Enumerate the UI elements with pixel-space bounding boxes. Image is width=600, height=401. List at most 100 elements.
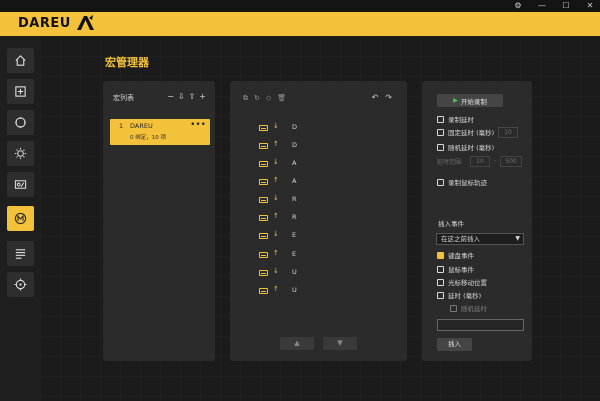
- delay-label: 延时 (毫秒): [448, 292, 482, 300]
- start-recording-button[interactable]: ▶ 开始录制: [437, 94, 503, 107]
- keyboard-icon: [259, 179, 268, 185]
- keyboard-icon: [259, 143, 268, 149]
- fixed-delay-input[interactable]: 10: [498, 127, 518, 138]
- crosshair-icon: [14, 278, 27, 291]
- key-direction: ↓: [273, 158, 279, 166]
- nav-list[interactable]: [7, 241, 34, 266]
- nav-target[interactable]: [7, 272, 34, 297]
- key-direction: ↑: [273, 176, 279, 184]
- home-icon: [15, 55, 26, 66]
- random-delay-checkbox[interactable]: [437, 143, 444, 151]
- scroll-down-button[interactable]: ▼: [323, 337, 357, 350]
- keyboard-icon: [259, 233, 268, 239]
- undo-icon[interactable]: ↶: [372, 93, 379, 102]
- record-mouse-track-checkbox[interactable]: [437, 178, 444, 186]
- delay-min-input[interactable]: 10: [470, 156, 490, 167]
- macro-list-panel: 宏列表 − ⇩ ⇧ + 1 DAREU 0 绑定，10 项 •••: [103, 81, 215, 361]
- copy-icon[interactable]: ⧉: [243, 94, 248, 103]
- close-button[interactable]: ✕: [581, 0, 599, 12]
- insert-event-title: 插入事件: [438, 220, 464, 228]
- key-name: E: [292, 250, 297, 258]
- record-mouse-track-option[interactable]: 录制鼠标轨迹: [437, 177, 487, 187]
- export-macro-button[interactable]: ⇧: [189, 92, 196, 101]
- macro-list-item[interactable]: 1 DAREU 0 绑定，10 项 •••: [110, 119, 210, 145]
- delete-icon[interactable]: 🗑: [277, 94, 286, 103]
- insert-random-delay-label: 随机延时: [461, 305, 487, 313]
- brightness-icon: [14, 147, 27, 160]
- redo-icon[interactable]: ↷: [385, 93, 392, 102]
- minimize-button[interactable]: —: [533, 0, 551, 12]
- insert-option-cursor[interactable]: 光标移动位置: [437, 277, 487, 287]
- macro-meta: 0 绑定，10 项: [130, 135, 166, 141]
- insert-option-random-delay[interactable]: 随机延时: [450, 303, 487, 313]
- key-direction: ↑: [273, 140, 279, 148]
- event-row[interactable]: ↑ U: [259, 285, 297, 296]
- insert-position-select[interactable]: 在这之前插入 ▼: [436, 233, 524, 245]
- key-name: R: [292, 195, 297, 203]
- remove-macro-button[interactable]: −: [167, 92, 174, 101]
- add-macro-button[interactable]: +: [199, 92, 206, 101]
- key-name: R: [292, 213, 297, 221]
- import-macro-button[interactable]: ⇩: [178, 92, 185, 101]
- insert-option-mouse[interactable]: 鼠标事件: [437, 264, 474, 274]
- scroll-up-button[interactable]: ▲: [280, 337, 314, 350]
- nav-lighting[interactable]: [7, 141, 34, 166]
- delay-checkbox[interactable]: [437, 291, 444, 299]
- insert-button[interactable]: 插入: [437, 338, 472, 351]
- key-direction: ↓: [273, 230, 279, 238]
- event-row[interactable]: ↑ D: [259, 140, 297, 151]
- maximize-button[interactable]: ☐: [557, 0, 575, 12]
- nav-buttons[interactable]: [7, 79, 34, 104]
- range-separator: -: [494, 157, 497, 164]
- keyboard-icon: [259, 215, 268, 221]
- keyboard-icon: [259, 270, 268, 276]
- undo-redo-tools: ↶ ↷: [372, 93, 392, 102]
- event-row[interactable]: ↑ E: [259, 249, 296, 260]
- key-name: U: [292, 286, 297, 294]
- key-name: A: [292, 177, 297, 185]
- more-options-icon[interactable]: •••: [190, 120, 206, 130]
- macro-m-icon: [14, 212, 27, 225]
- settings-icon[interactable]: ⚙: [509, 0, 527, 12]
- nav-sensor[interactable]: [7, 172, 34, 197]
- keyboard-event-checkbox[interactable]: [437, 251, 444, 259]
- event-row[interactable]: ↑ R: [259, 212, 297, 223]
- event-row[interactable]: ↓ A: [259, 158, 296, 169]
- insert-random-delay-checkbox[interactable]: [450, 304, 457, 312]
- nav-macro[interactable]: [7, 206, 34, 231]
- cursor-position-checkbox[interactable]: [437, 278, 444, 286]
- insert-option-delay[interactable]: 延时 (毫秒): [437, 290, 481, 300]
- event-row[interactable]: ↑ A: [259, 176, 296, 187]
- plus-square-icon: [15, 86, 26, 97]
- insert-option-keyboard[interactable]: 键盘事件: [437, 250, 474, 260]
- record-delay-checkbox[interactable]: [437, 115, 444, 123]
- key-direction: ↓: [273, 122, 279, 130]
- nav-movement[interactable]: [7, 110, 34, 135]
- delay-max-input[interactable]: 500: [500, 156, 522, 167]
- event-row[interactable]: ↓ E: [259, 230, 296, 241]
- random-delay-option[interactable]: 随机延时 (毫秒): [437, 142, 494, 152]
- key-direction: ↓: [273, 267, 279, 275]
- refresh-icon[interactable]: ↻: [254, 94, 260, 103]
- fixed-delay-option[interactable]: 固定延时 (毫秒): [437, 127, 494, 137]
- sidebar: [0, 36, 40, 401]
- play-icon: ▶: [453, 97, 458, 104]
- keyboard-icon: [259, 125, 268, 131]
- nav-home[interactable]: [7, 48, 34, 73]
- key-name: E: [292, 231, 297, 239]
- key-name: U: [292, 268, 297, 276]
- tag-icon[interactable]: ◇: [266, 94, 271, 103]
- fixed-delay-checkbox[interactable]: [437, 128, 444, 136]
- event-list-panel: ⧉ ↻ ◇ 🗑 ↶ ↷ ↓ D ↑ D ↓ A ↑ A ↓ R ↑ R ↓ E: [230, 81, 407, 361]
- insert-value-field[interactable]: [437, 319, 524, 331]
- image-icon: [14, 180, 27, 189]
- macro-list-title: 宏列表: [113, 94, 134, 102]
- event-row[interactable]: ↓ D: [259, 122, 297, 133]
- mouse-event-checkbox[interactable]: [437, 265, 444, 273]
- fixed-delay-label: 固定延时 (毫秒): [448, 129, 495, 137]
- macro-list-tools: − ⇩ ⇧ +: [167, 92, 206, 101]
- event-row[interactable]: ↓ R: [259, 194, 297, 205]
- key-direction: ↑: [273, 212, 279, 220]
- record-delay-option[interactable]: 录制延时: [437, 114, 474, 124]
- event-row[interactable]: ↓ U: [259, 267, 297, 278]
